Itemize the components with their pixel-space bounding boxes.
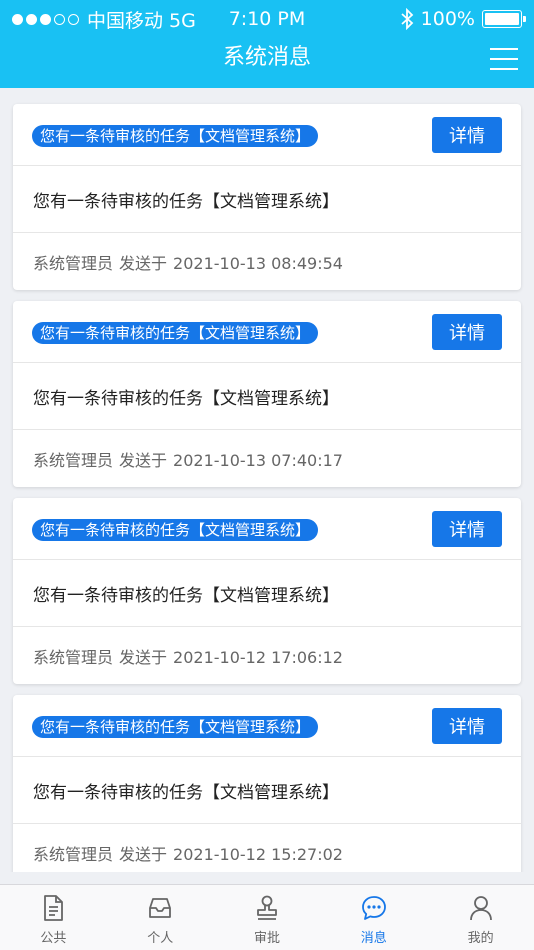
message-meta: 系统管理员 发送于 2021-10-13 08:49:54 (33, 250, 343, 274)
message-card: 您有一条待审核的任务【文档管理系统】 详情 您有一条待审核的任务【文档管理系统】… (13, 301, 521, 487)
tab-label: 我的 (467, 931, 494, 946)
card-header: 您有一条待审核的任务【文档管理系统】 详情 (13, 695, 521, 757)
tab-bar: 公共 个人 审批 消息 我的 (0, 884, 534, 950)
message-meta: 系统管理员 发送于 2021-10-12 15:27:02 (33, 841, 343, 865)
card-header: 您有一条待审核的任务【文档管理系统】 详情 (13, 301, 521, 363)
message-meta: 系统管理员 发送于 2021-10-13 07:40:17 (33, 447, 343, 471)
message-time: 2021-10-12 15:27:02 (173, 845, 343, 864)
sent-label: 发送于 (119, 451, 168, 470)
sent-label: 发送于 (119, 648, 168, 667)
message-time: 2021-10-12 17:06:12 (173, 648, 343, 667)
menu-button[interactable] (490, 48, 518, 70)
detail-button[interactable]: 详情 (432, 708, 502, 744)
card-body: 您有一条待审核的任务【文档管理系统】 (13, 560, 521, 627)
card-body: 您有一条待审核的任务【文档管理系统】 (13, 757, 521, 824)
detail-button[interactable]: 详情 (432, 117, 502, 153)
battery-percent: 100% (420, 8, 475, 30)
message-tag: 您有一条待审核的任务【文档管理系统】 (32, 519, 319, 541)
sent-label: 发送于 (119, 845, 168, 864)
message-content: 您有一条待审核的任务【文档管理系统】 (33, 192, 339, 212)
stamp-icon (257, 895, 277, 920)
tab-label: 消息 (360, 931, 387, 946)
chat-bubble-icon (361, 896, 386, 920)
tab-label: 个人 (147, 931, 174, 946)
message-time: 2021-10-13 08:49:54 (173, 254, 343, 273)
tab-public[interactable]: 公共 (0, 885, 107, 950)
page-title: 系统消息 (222, 45, 311, 70)
battery-icon (482, 10, 526, 28)
user-icon (469, 896, 492, 921)
card-header: 您有一条待审核的任务【文档管理系统】 详情 (13, 498, 521, 560)
message-tag: 您有一条待审核的任务【文档管理系统】 (32, 125, 319, 147)
message-list[interactable]: 您有一条待审核的任务【文档管理系统】 详情 您有一条待审核的任务【文档管理系统】… (0, 88, 534, 872)
message-content: 您有一条待审核的任务【文档管理系统】 (33, 389, 339, 409)
card-footer: 系统管理员 发送于 2021-10-12 17:06:12 (13, 627, 521, 684)
card-body: 您有一条待审核的任务【文档管理系统】 (13, 166, 521, 233)
message-time: 2021-10-13 07:40:17 (173, 451, 343, 470)
tab-messages[interactable]: 消息 (320, 885, 427, 950)
sent-label: 发送于 (119, 254, 168, 273)
card-footer: 系统管理员 发送于 2021-10-13 07:40:17 (13, 430, 521, 487)
card-footer: 系统管理员 发送于 2021-10-13 08:49:54 (13, 233, 521, 290)
message-content: 您有一条待审核的任务【文档管理系统】 (33, 783, 339, 803)
inbox-icon (149, 898, 172, 918)
status-bar: 中国移动 5G 7:10 PM 100% (0, 0, 534, 38)
message-card: 您有一条待审核的任务【文档管理系统】 详情 您有一条待审核的任务【文档管理系统】… (13, 498, 521, 684)
app-header: 中国移动 5G 7:10 PM 100% 系统消息 (0, 0, 534, 88)
document-icon (44, 895, 64, 921)
message-sender: 系统管理员 (33, 845, 114, 864)
card-footer: 系统管理员 发送于 2021-10-12 15:27:02 (13, 824, 521, 872)
message-sender: 系统管理员 (33, 648, 114, 667)
tab-label: 审批 (253, 931, 280, 946)
message-meta: 系统管理员 发送于 2021-10-12 17:06:12 (33, 644, 343, 668)
tab-label: 公共 (40, 931, 67, 946)
card-header: 您有一条待审核的任务【文档管理系统】 详情 (13, 104, 521, 166)
tab-mine[interactable]: 我的 (427, 885, 534, 950)
message-card: 您有一条待审核的任务【文档管理系统】 详情 您有一条待审核的任务【文档管理系统】… (13, 104, 521, 290)
message-sender: 系统管理员 (33, 254, 114, 273)
message-tag: 您有一条待审核的任务【文档管理系统】 (32, 716, 319, 738)
message-card: 您有一条待审核的任务【文档管理系统】 详情 您有一条待审核的任务【文档管理系统】… (13, 695, 521, 872)
detail-button[interactable]: 详情 (432, 511, 502, 547)
detail-button[interactable]: 详情 (432, 314, 502, 350)
bluetooth-icon (401, 8, 413, 30)
message-tag: 您有一条待审核的任务【文档管理系统】 (32, 322, 319, 344)
tab-approval[interactable]: 审批 (214, 885, 321, 950)
message-content: 您有一条待审核的任务【文档管理系统】 (33, 586, 339, 606)
status-right: 100% (400, 8, 526, 30)
card-body: 您有一条待审核的任务【文档管理系统】 (13, 363, 521, 430)
tab-personal[interactable]: 个人 (107, 885, 214, 950)
message-sender: 系统管理员 (33, 451, 114, 470)
